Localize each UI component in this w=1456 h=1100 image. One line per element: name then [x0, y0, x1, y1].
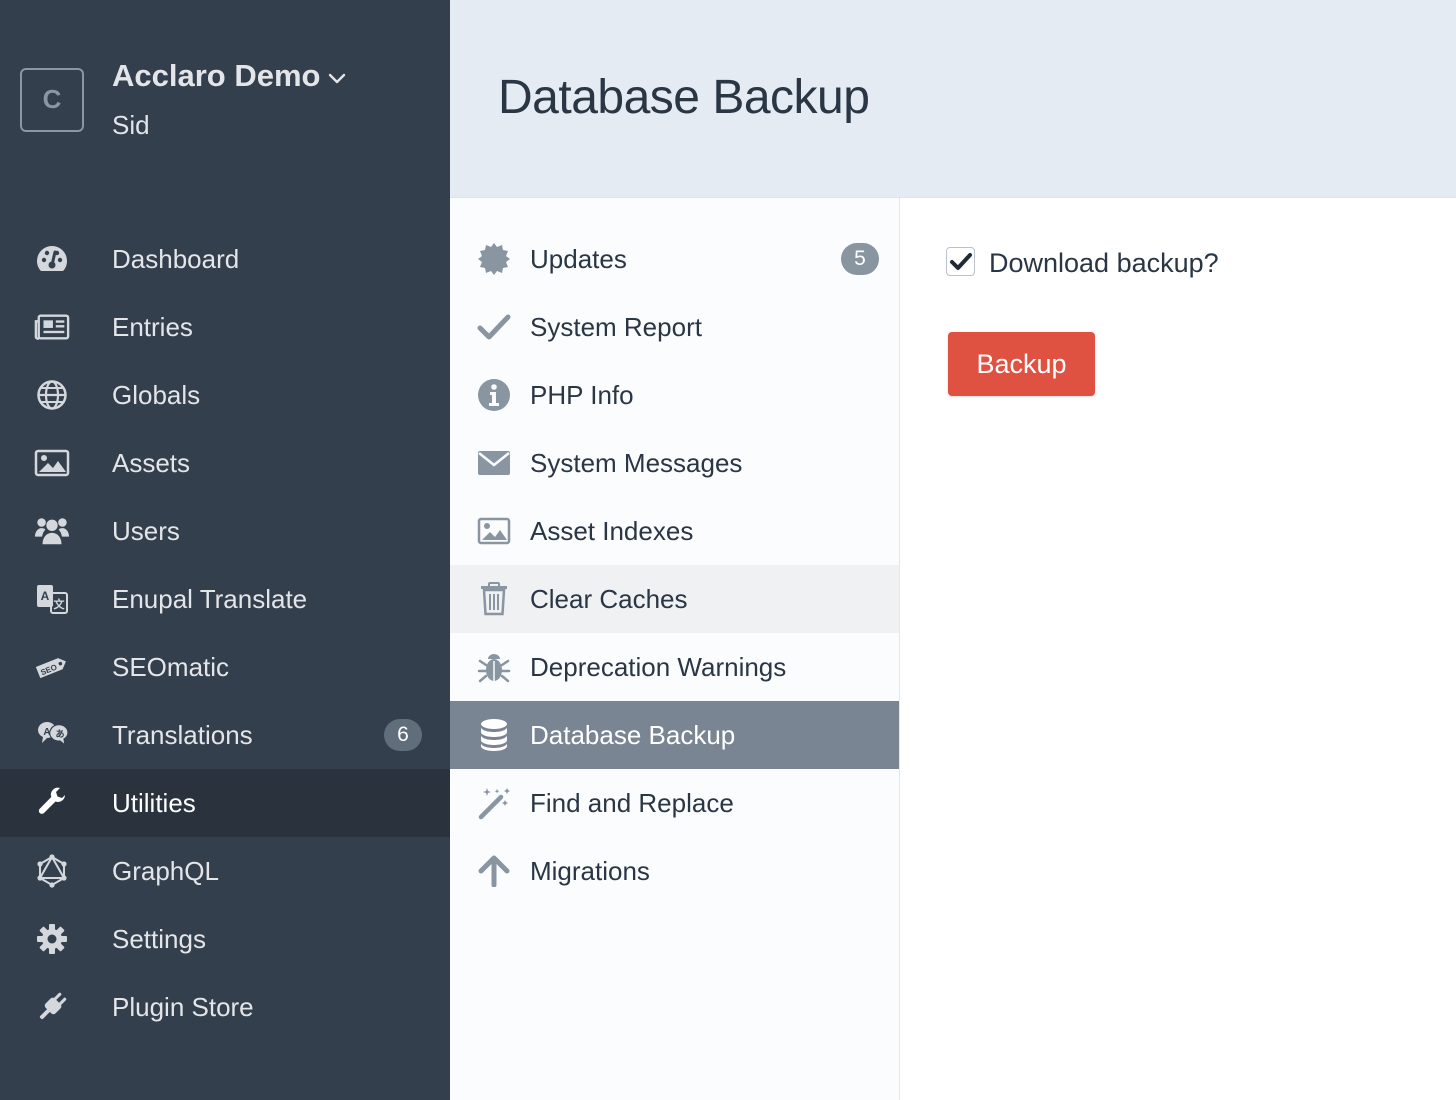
main-content: Download backup? Backup: [900, 198, 1456, 1100]
subnav-item-php-info[interactable]: PHP Info: [450, 361, 899, 429]
image-icon: [34, 446, 70, 480]
page-title: Database Backup: [498, 71, 870, 124]
subnav-item-system-report[interactable]: System Report: [450, 293, 899, 361]
svg-text:C: C: [43, 85, 62, 114]
info-icon: [476, 377, 512, 413]
site-switcher[interactable]: Acclaro Demo: [112, 58, 346, 94]
trash-icon: [476, 581, 512, 617]
download-backup-checkbox[interactable]: [946, 247, 975, 276]
svg-text:あ: あ: [55, 729, 64, 739]
nav-item-dashboard[interactable]: Dashboard: [0, 225, 450, 293]
page-header: Database Backup: [450, 0, 1456, 198]
translations-count-badge: 6: [384, 719, 422, 751]
nav-item-seomatic[interactable]: SEO SEOmatic: [0, 633, 450, 701]
nav-item-entries[interactable]: Entries: [0, 293, 450, 361]
nav-item-assets[interactable]: Assets: [0, 429, 450, 497]
plug-icon: [34, 990, 70, 1024]
graphql-icon: [34, 854, 70, 888]
nav-item-settings[interactable]: Settings: [0, 905, 450, 973]
globe-icon: [34, 378, 70, 412]
svg-text:A: A: [41, 589, 50, 603]
subnav-item-asset-indexes[interactable]: Asset Indexes: [450, 497, 899, 565]
speech-bubbles-icon: Aあ: [34, 718, 70, 752]
checkmark-icon: [949, 252, 972, 270]
wrench-icon: [34, 786, 70, 820]
nav-item-plugin-store[interactable]: Plugin Store: [0, 973, 450, 1041]
subnav-item-system-messages[interactable]: System Messages: [450, 429, 899, 497]
subnav-item-migrations[interactable]: Migrations: [450, 837, 899, 905]
updates-count-badge: 5: [841, 243, 879, 275]
download-backup-option[interactable]: Download backup?: [946, 247, 1219, 279]
nav-item-users[interactable]: Users: [0, 497, 450, 565]
current-user-name[interactable]: Sid: [112, 110, 150, 141]
gear-icon: [34, 922, 70, 956]
translate-icon: A文: [34, 582, 70, 616]
global-sidebar: C Acclaro Demo Sid Dashboard Entries Glo…: [0, 0, 450, 1100]
craft-logo-icon: C: [43, 85, 62, 114]
nav-item-globals[interactable]: Globals: [0, 361, 450, 429]
database-icon: [476, 717, 512, 753]
app-window: C Acclaro Demo Sid Dashboard Entries Glo…: [0, 0, 1456, 1100]
check-icon: [476, 309, 512, 345]
seo-tag-icon: SEO: [34, 650, 70, 684]
nav-item-graphql[interactable]: GraphQL: [0, 837, 450, 905]
subnav-item-deprecation-warnings[interactable]: Deprecation Warnings: [450, 633, 899, 701]
backup-button[interactable]: Backup: [948, 332, 1095, 396]
users-icon: [34, 514, 70, 548]
utilities-subnav: Updates 5 System Report PHP Info System …: [450, 198, 900, 1100]
subnav-item-updates[interactable]: Updates 5: [450, 225, 899, 293]
site-header: C Acclaro Demo Sid: [0, 0, 450, 200]
subnav-item-find-and-replace[interactable]: Find and Replace: [450, 769, 899, 837]
arrow-up-icon: [476, 853, 512, 889]
badge-icon: [476, 241, 512, 277]
subnav-item-database-backup[interactable]: Database Backup: [450, 701, 899, 769]
svg-text:文: 文: [54, 597, 66, 611]
nav-item-enupal-translate[interactable]: A文 Enupal Translate: [0, 565, 450, 633]
nav-item-translations[interactable]: Aあ Translations 6: [0, 701, 450, 769]
envelope-icon: [476, 445, 512, 481]
bug-icon: [476, 649, 512, 685]
image-icon: [476, 513, 512, 549]
download-backup-label: Download backup?: [989, 248, 1219, 278]
main-nav: Dashboard Entries Globals Assets Users A…: [0, 225, 450, 1041]
subnav-item-clear-caches[interactable]: Clear Caches: [450, 565, 899, 633]
nav-item-utilities[interactable]: Utilities: [0, 769, 450, 837]
gauge-icon: [34, 242, 70, 276]
magic-wand-icon: [476, 785, 512, 821]
site-name: Acclaro Demo: [112, 58, 321, 93]
site-logo[interactable]: C: [20, 68, 84, 132]
newspaper-icon: [34, 310, 70, 344]
chevron-down-icon: [329, 73, 346, 84]
